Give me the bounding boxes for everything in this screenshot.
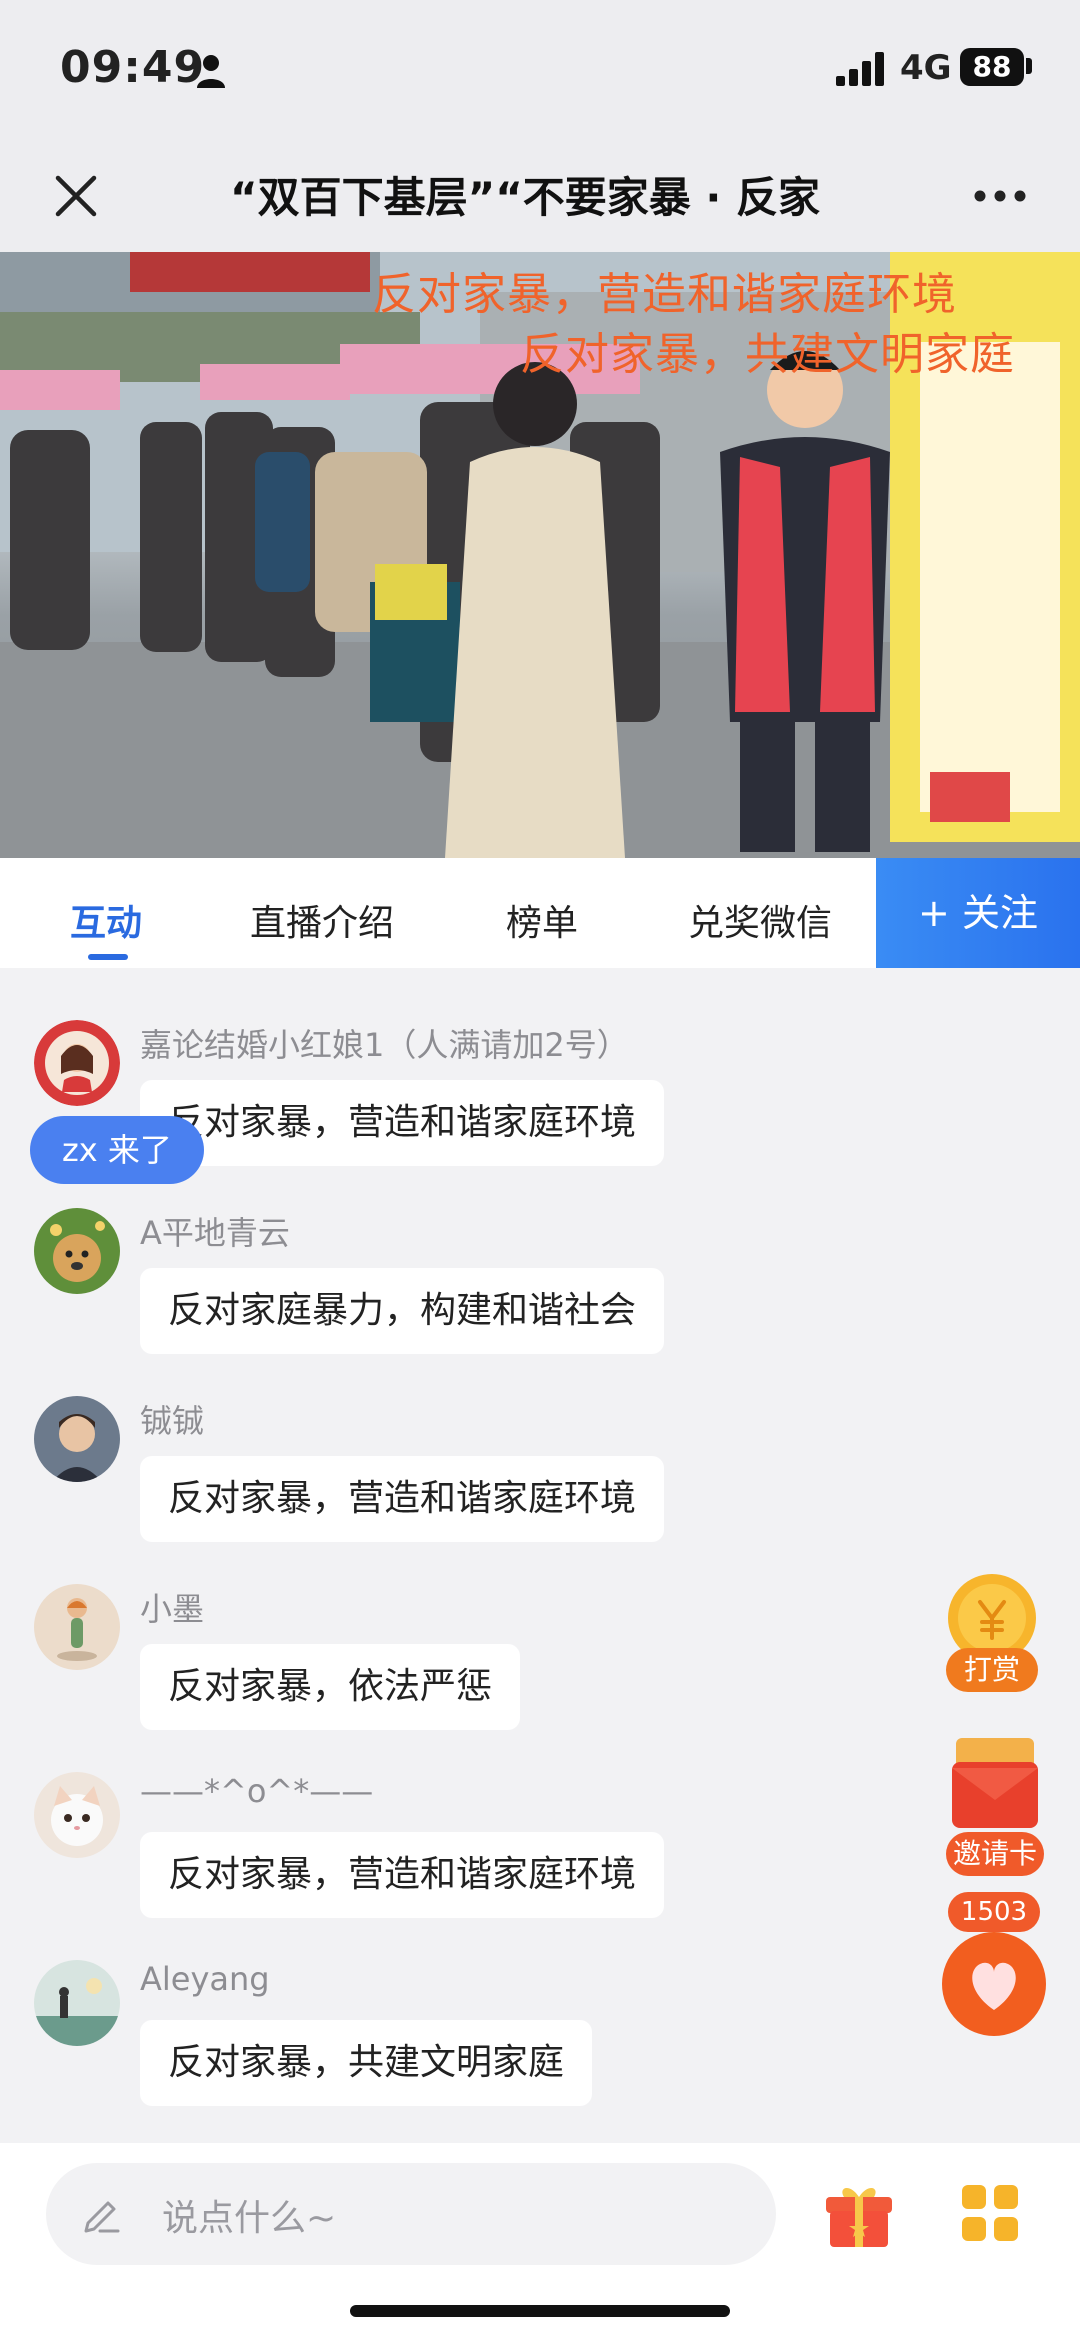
cat-avatar[interactable] [34, 1772, 120, 1858]
home-indicator[interactable] [350, 2305, 730, 2317]
reward-label: 打赏 [963, 1653, 1020, 1686]
username: 铖铖 [140, 1402, 205, 1440]
username: 嘉论结婚小红娘1（人满请加2号） [140, 1026, 629, 1064]
bride-avatar[interactable] [34, 1020, 120, 1106]
status-bar: 09:49 4G 88 [0, 0, 1080, 140]
live-video[interactable]: 反对家暴，营造和谐家庭环境 反对家暴，共建文明家庭 [0, 252, 1080, 858]
tab-prize-wechat[interactable]: 兑奖微信 [688, 894, 832, 946]
tab-interaction[interactable]: 互动 [70, 894, 142, 946]
page-title: “双百下基层”“不要家暴 · 反家 [230, 173, 821, 222]
close-icon[interactable] [48, 168, 104, 224]
pencil-icon [84, 2201, 120, 2233]
message-bubble: 反对家暴，营造和谐家庭环境 [140, 1832, 665, 1918]
portrait-avatar[interactable] [34, 1396, 120, 1482]
network-type: 4G [900, 48, 952, 88]
chat-message: 小墨 反对家暴，依法严惩 [0, 1532, 1080, 1730]
active-tab-indicator [88, 954, 128, 960]
landscape-avatar[interactable] [34, 1960, 120, 2046]
join-notification: zx 来了 [30, 1116, 204, 1184]
battery-icon: 88 [960, 48, 1024, 86]
username: A平地青云 [140, 1214, 290, 1252]
tab-leaderboard[interactable]: 榜单 [506, 894, 578, 946]
gift-icon[interactable] [822, 2179, 896, 2249]
reward-button[interactable]: 打赏 [942, 1568, 1042, 1698]
invite-card-button[interactable]: 邀请卡 [942, 1738, 1048, 1878]
battery-tip [1026, 58, 1032, 74]
tab-bar: 互动 直播介绍 榜单 兑奖微信 + 关注 [0, 858, 1080, 968]
tab-live-intro[interactable]: 直播介绍 [250, 894, 394, 946]
video-overlay-text-2: 反对家暴，共建文明家庭 [520, 329, 1015, 380]
username: Aleyang [140, 1960, 270, 1998]
person-icon [197, 55, 225, 88]
like-count: 1503 [960, 1897, 1028, 1927]
dog-avatar[interactable] [34, 1208, 120, 1294]
chat-message: A平地青云 反对家庭暴力，构建和谐社会 [0, 1156, 1080, 1354]
bottom-bar: 说点什么~ [0, 2143, 1080, 2337]
comment-input[interactable]: 说点什么~ [46, 2163, 776, 2265]
username: 小墨 [140, 1590, 205, 1628]
username: ——*^o^*—— [140, 1772, 374, 1810]
message-bubble: 反对家暴，营造和谐家庭环境 [140, 1080, 665, 1166]
message-bubble: 反对家庭暴力，构建和谐社会 [140, 1268, 665, 1354]
video-overlay-text-1: 反对家暴，营造和谐家庭环境 [372, 269, 957, 320]
message-bubble: 反对家暴，营造和谐家庭环境 [140, 1456, 665, 1542]
comment-input-placeholder: 说点什么~ [162, 2198, 337, 2239]
chat-message: Aleyang 反对家暴，共建文明家庭 [0, 1908, 1080, 2106]
signal-icon [836, 52, 884, 86]
status-time: 09:49 [60, 42, 206, 93]
grid-menu-icon[interactable] [960, 2183, 1020, 2243]
like-button[interactable]: 1503 [938, 1892, 1050, 2042]
nav-bar: “双百下基层”“不要家暴 · 反家 [0, 140, 1080, 252]
invite-label: 邀请卡 [952, 1837, 1037, 1870]
figure-avatar[interactable] [34, 1584, 120, 1670]
message-bubble: 反对家暴，共建文明家庭 [140, 2020, 593, 2106]
chat-message: 铖铖 反对家暴，营造和谐家庭环境 [0, 1344, 1080, 1542]
chat-message: ——*^o^*—— 反对家暴，营造和谐家庭环境 [0, 1720, 1080, 1918]
more-icon[interactable] [972, 184, 1028, 208]
follow-button[interactable]: + 关注 [876, 858, 1080, 968]
message-bubble: 反对家暴，依法严惩 [140, 1644, 521, 1730]
